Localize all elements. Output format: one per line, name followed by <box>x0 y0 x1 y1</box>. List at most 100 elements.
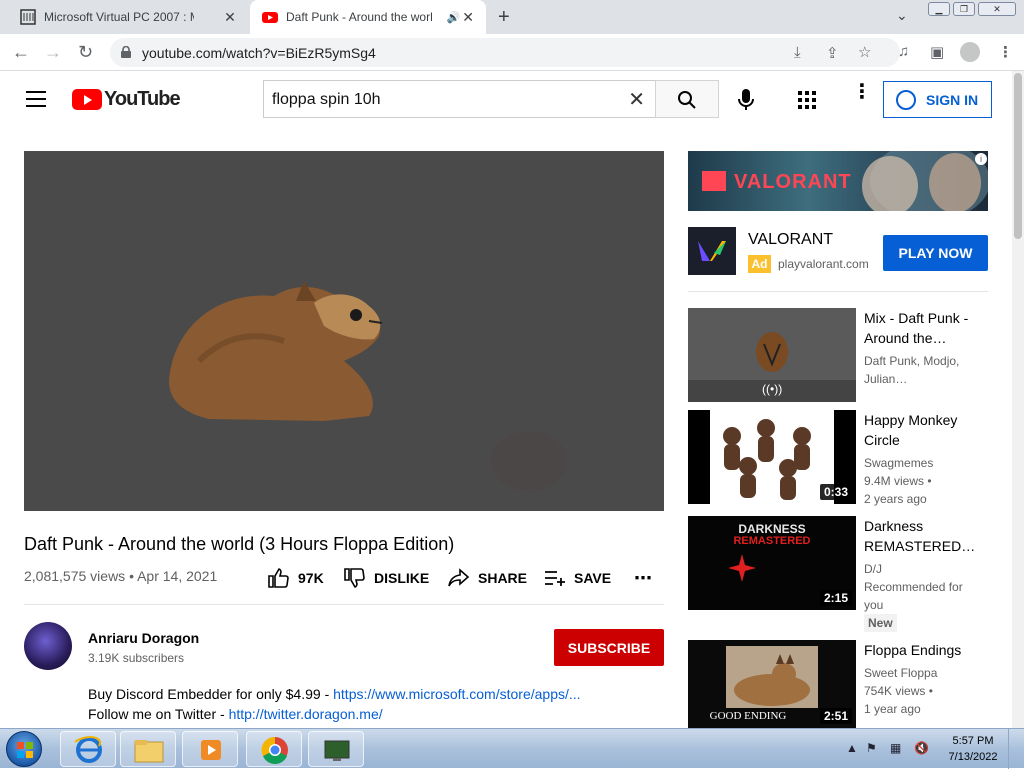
clear-search-icon[interactable]: ✕ <box>628 87 645 112</box>
taskbar-chrome[interactable] <box>246 731 302 767</box>
tab-title: Daft Punk - Around the worl <box>286 10 433 24</box>
reload-icon[interactable]: ↻ <box>78 42 93 63</box>
rec-thumbnail-darkness[interactable]: DARKNESS REMASTERED 2:15 <box>688 516 856 610</box>
thumb-text: DARKNESS <box>738 522 806 536</box>
ad-info-icon[interactable]: i <box>975 153 987 165</box>
side-panel-icon[interactable]: ▣ <box>930 43 944 61</box>
share-page-icon[interactable]: ⇪ <box>826 44 839 62</box>
channel-name[interactable]: Anriaru Doragon <box>88 630 199 646</box>
browser-menu-icon[interactable]: ⋮ <box>998 43 1013 61</box>
video-player[interactable] <box>24 151 664 511</box>
taskbar-file-explorer[interactable] <box>120 731 176 767</box>
minimize-button[interactable]: ▁ <box>928 2 950 16</box>
rec-meta: 754K views • <box>864 684 933 698</box>
internet-explorer-icon <box>74 736 102 763</box>
rec-thumbnail-mix[interactable]: ((•)) <box>688 308 856 402</box>
rec-title[interactable]: Mix - Daft Punk - Around the… <box>864 308 994 348</box>
volume-muted-icon[interactable]: 🔇 <box>914 741 929 755</box>
taskbar-clock[interactable]: 5:57 PM 7/13/2022 <box>948 733 998 765</box>
new-tab-plus-icon[interactable]: + <box>498 6 510 29</box>
network-icon[interactable]: ▦ <box>890 741 901 755</box>
show-hidden-icons-icon[interactable]: ▲ <box>846 741 858 755</box>
ad-app-icon[interactable] <box>688 227 736 275</box>
ad-banner[interactable]: VALORANT <box>688 151 988 211</box>
tab-virtual-pc[interactable]: Microsoft Virtual PC 2007 : Micro ✕ <box>8 0 248 34</box>
apps-grid-icon[interactable] <box>798 91 816 109</box>
forward-arrow-icon[interactable]: → <box>44 42 62 63</box>
microphone-icon[interactable] <box>737 89 755 111</box>
description-line-1: Buy Discord Embedder for only $4.99 - ht… <box>88 686 581 702</box>
more-actions-icon[interactable]: ⋯ <box>634 568 652 589</box>
new-badge: New <box>864 614 897 632</box>
scrollbar-thumb[interactable] <box>1014 73 1022 239</box>
tab-youtube[interactable]: Daft Punk - Around the worl 🔊 ✕ <box>250 0 486 34</box>
close-window-button[interactable]: ✕ <box>978 2 1016 16</box>
media-control-icon[interactable]: ♫ <box>898 43 909 60</box>
close-tab-icon[interactable]: ✕ <box>460 9 476 26</box>
show-desktop-button[interactable] <box>1008 729 1024 769</box>
dislike-button[interactable]: DISLIKE <box>344 568 429 588</box>
mix-radio-icon: ((•)) <box>762 382 783 396</box>
rec-thumbnail-monkey[interactable]: 0:33 <box>688 410 856 504</box>
back-arrow-icon[interactable]: ← <box>12 42 30 63</box>
clock-date: 7/13/2022 <box>948 751 998 763</box>
hamburger-menu-icon[interactable] <box>26 91 46 107</box>
tab-search-chevron-icon[interactable]: ⌄ <box>896 7 908 24</box>
share-button[interactable]: SHARE <box>448 568 527 588</box>
youtube-logo[interactable]: YouTube <box>72 88 181 111</box>
taskbar-internet-explorer[interactable] <box>60 731 116 767</box>
rec-title[interactable]: Floppa Endings <box>864 640 994 660</box>
thumbs-up-icon <box>268 568 289 588</box>
rec-thumbnail-floppa[interactable]: GOOD ENDING 2:51 <box>688 640 856 728</box>
play-now-button[interactable]: PLAY NOW <box>883 235 988 271</box>
start-button[interactable] <box>6 731 42 767</box>
thumbs-down-icon <box>344 568 365 588</box>
valorant-logo-icon <box>702 171 726 191</box>
rec-title[interactable]: Happy Monkey Circle <box>864 410 994 450</box>
sign-in-button[interactable]: SIGN IN <box>883 81 992 118</box>
rec-channel: Sweet Floppa <box>864 666 938 680</box>
browser-tab-strip: Microsoft Virtual PC 2007 : Micro ✕ Daft… <box>0 0 1024 34</box>
media-player-icon <box>201 740 221 760</box>
ad-divider <box>688 291 988 292</box>
ad-name[interactable]: VALORANT <box>748 231 833 249</box>
install-download-icon[interactable]: ⤓ <box>794 44 801 61</box>
virtual-pc-icon <box>324 740 350 761</box>
page-scrollbar[interactable] <box>1012 71 1024 728</box>
rec-meta: 2 years ago <box>864 492 927 506</box>
like-count: 97K <box>298 570 324 586</box>
channel-avatar[interactable] <box>24 622 72 670</box>
description-line-2: Follow me on Twitter - http://twitter.do… <box>88 706 383 722</box>
save-button[interactable]: SAVE <box>544 568 611 588</box>
description-link[interactable]: https://www.microsoft.com/store/apps/... <box>333 686 580 702</box>
search-button[interactable] <box>655 80 719 118</box>
taskbar-media-player[interactable] <box>182 731 238 767</box>
duration-badge: 2:51 <box>819 708 852 724</box>
description-text: Follow me on Twitter - <box>88 706 229 722</box>
rec-meta: 1 year ago <box>864 702 921 716</box>
ad-banner-text: VALORANT <box>734 171 852 193</box>
rec-title[interactable]: Darkness REMASTERED… <box>864 516 994 556</box>
playlist-add-icon <box>545 571 565 586</box>
bookmark-star-icon[interactable]: ☆ <box>858 43 871 61</box>
windows-taskbar: ▲ ⚑ ▦ 🔇 5:57 PM 7/13/2022 <box>0 728 1024 769</box>
search-input[interactable]: floppa spin 10h ✕ <box>263 80 656 118</box>
ad-badge: Ad <box>748 255 771 273</box>
close-tab-icon[interactable]: ✕ <box>222 9 238 26</box>
youtube-play-icon <box>72 89 102 110</box>
subscribe-button[interactable]: SUBSCRIBE <box>554 629 664 666</box>
youtube-favicon-icon <box>262 12 278 23</box>
more-options-icon[interactable]: ⋮ <box>852 82 872 102</box>
divider <box>24 604 664 605</box>
thumb-text: REMASTERED <box>733 535 811 547</box>
address-bar[interactable]: youtube.com/watch?v=BiEzR5ymSg4 ⤓ ⇪ ☆ <box>110 38 900 67</box>
maximize-button[interactable]: ❐ <box>953 2 975 16</box>
description-text: Buy Discord Embedder for only $4.99 - <box>88 686 334 702</box>
description-link[interactable]: http://twitter.doragon.me/ <box>229 706 383 722</box>
speaker-audio-icon[interactable]: 🔊 <box>446 11 460 24</box>
like-button[interactable]: 97K <box>268 568 324 588</box>
ad-domain[interactable]: playvalorant.com <box>778 257 869 271</box>
taskbar-virtual-pc[interactable] <box>308 731 364 767</box>
profile-avatar-icon[interactable] <box>960 42 980 62</box>
action-center-flag-icon[interactable]: ⚑ <box>866 741 877 755</box>
